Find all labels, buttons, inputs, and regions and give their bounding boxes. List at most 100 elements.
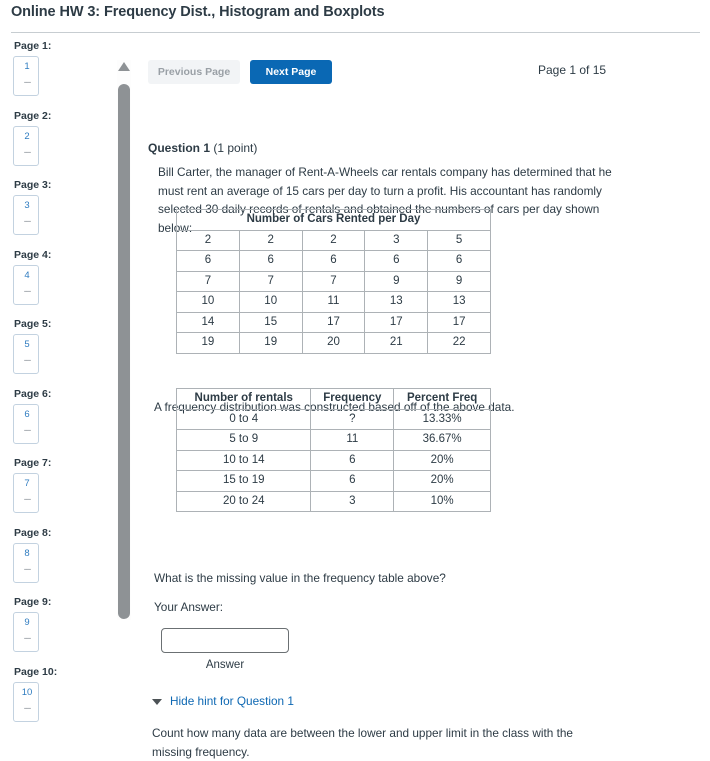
sidebar-page-button[interactable]: 6 --- — [13, 403, 39, 444]
data-table-cell: 19 — [176, 332, 240, 354]
sidebar-page-number: 3 — [24, 200, 30, 211]
sidebar-page-status: --- — [23, 633, 32, 644]
previous-page-button[interactable]: Previous Page — [148, 60, 240, 84]
sidebar-page-status: --- — [23, 146, 32, 158]
data-table-cell: 6 — [427, 250, 491, 272]
data-table-row: 14 15 17 17 17 — [176, 311, 491, 333]
sidebar-page-number: 8 — [24, 547, 30, 559]
answer-prompt: What is the missing value in the frequen… — [154, 571, 446, 585]
question-points: (1 point) — [210, 141, 258, 155]
page-navigation-sidebar: Page 1: 1 --- Page 2: 2 --- Page 3: 3 --- Page 4:… — [0, 40, 108, 735]
sidebar-page-number: 9 — [24, 617, 30, 628]
next-page-button[interactable]: Next Page — [250, 60, 332, 84]
frequency-table-cell: 36.67% — [393, 429, 491, 451]
sidebar-page-button[interactable]: 2 --- — [13, 125, 39, 166]
frequency-table-cell: 20 to 24 — [175, 490, 312, 512]
frequency-table-row: 5 to 9 11 36.67% — [175, 429, 491, 451]
data-table-row: 66666 — [176, 250, 491, 272]
data-table-cell: 7 — [238, 270, 303, 292]
data-table-cell: 17 — [364, 311, 429, 333]
answer-input[interactable] — [161, 628, 289, 653]
data-table-cell: 9 — [427, 270, 491, 292]
data-table-caption: Number of Cars Rented per Day — [176, 209, 491, 231]
header-divider — [11, 32, 700, 33]
frequency-table-row: 10 to 14 6 20% — [175, 449, 491, 471]
sidebar-page-number: 4 — [24, 269, 30, 281]
page-title: Online HW 3: Frequency Dist., Histogram … — [11, 4, 385, 20]
sidebar-page-status: --- — [23, 424, 32, 436]
sidebar-page-button[interactable]: 7 --- — [13, 473, 39, 513]
sidebar-page-button[interactable]: 8 --- — [13, 542, 39, 583]
sidebar-page-status: --- — [23, 355, 32, 366]
frequency-table-cell: 20% — [393, 449, 491, 471]
sidebar-page-number: 1 — [24, 61, 30, 72]
data-table-cell: 2 — [301, 229, 366, 251]
frequency-table-row: 20 to 24 3 10% — [175, 490, 491, 512]
sidebar-page-label: Page 6: — [14, 387, 52, 400]
frequency-table-header-cell: Frequency — [310, 388, 395, 410]
question-panel: Previous Page Next Page Page 1 of 15 Que… — [138, 40, 710, 759]
data-table-cell: 7 — [176, 270, 240, 292]
sidebar-page-status: --- — [23, 563, 32, 575]
scroll-up-arrow-icon[interactable] — [118, 62, 130, 71]
frequency-table-cell: 0 to 4 — [175, 408, 312, 430]
data-table-cell: 7 — [301, 270, 366, 292]
sidebar-page-label: Page 5: — [14, 318, 52, 330]
data-table-row: 77799 — [176, 270, 491, 292]
frequency-table-cell: 11 — [310, 429, 395, 451]
data-table-cell: 17 — [301, 311, 366, 333]
sidebar-page-status: --- — [23, 77, 32, 88]
sidebar-page-label: Page 3: — [14, 179, 52, 191]
sidebar-page-button[interactable]: 4 --- — [13, 264, 39, 305]
sidebar-page-label: Page 10: — [14, 665, 58, 678]
data-table-cell: 9 — [364, 270, 429, 292]
hint-toggle-label[interactable]: Hide hint for Question 1 — [170, 694, 294, 708]
data-table-cell: 2 — [238, 229, 303, 251]
sidebar-page-button[interactable]: 9 --- — [13, 612, 39, 652]
frequency-table-row: 15 to 19 6 20% — [175, 470, 491, 492]
frequency-table-header-cell: Percent Freq — [393, 388, 491, 410]
data-table-cell: 15 — [238, 311, 303, 333]
frequency-table-header-cell: Number of rentals — [175, 388, 312, 410]
data-table-cell: 6 — [301, 250, 366, 272]
sidebar-page-button[interactable]: 5 --- — [13, 334, 39, 374]
sidebar-page-button[interactable]: 3 --- — [13, 195, 39, 235]
data-table-cell: 20 — [301, 332, 366, 354]
sidebar-page-button[interactable]: 10 --- — [13, 681, 39, 722]
data-table-cell: 19 — [238, 332, 303, 354]
data-table-cell: 17 — [427, 311, 491, 333]
your-answer-label: Your Answer: — [154, 600, 224, 614]
cars-rented-data-table: Number of Cars Rented per Day 2223566666… — [176, 209, 491, 354]
question-number: Question 1 — [148, 141, 211, 155]
sidebar-page-label: Page 8: — [14, 526, 52, 539]
frequency-table-cell: 3 — [310, 490, 395, 512]
data-table-cell: 14 — [176, 311, 240, 333]
data-table-row: 22235 — [176, 229, 491, 251]
frequency-distribution-table: Number of rentals Frequency Percent Freq… — [175, 388, 491, 512]
sidebar-page-number: 5 — [24, 339, 30, 350]
data-table-body: 2 2 2 3 5 6 6 6 6 6 7 7 7 9 9 10 10 11 13 13 14 15 17 17 17 19 19 2… — [176, 229, 491, 354]
sidebar-page-label: Page 4: — [14, 248, 52, 261]
hint-text: Count how many data are between the lowe… — [152, 726, 573, 759]
data-table-cell: 13 — [364, 291, 429, 313]
data-table-cell: 11 — [301, 291, 366, 313]
sidebar-page-number: 2 — [24, 130, 30, 142]
data-table-cell: 10 — [176, 291, 240, 313]
frequency-table-row: 0 to 4? 13.33% — [175, 408, 491, 430]
answer-field-caption: Answer — [205, 659, 245, 671]
sidebar-page-status: --- — [23, 702, 32, 714]
frequency-table-cell: 13.33% — [393, 408, 491, 430]
data-table-cell: 3 — [364, 229, 429, 251]
sidebar-page-label: Page 9: — [14, 596, 52, 608]
data-table-cell: 22 — [427, 332, 491, 354]
sidebar-page-label: Page 7: — [14, 457, 52, 469]
pagination-toolbar: Previous Page Next Page Page 1 of 15 — [138, 60, 710, 86]
sidebar-page-number: 7 — [24, 478, 30, 489]
scrollbar-thumb[interactable] — [118, 84, 130, 619]
frequency-table-cell: 6 — [310, 470, 395, 492]
sidebar-page-button[interactable]: 1 --- — [13, 56, 39, 96]
page-counter: Page 1 of 15 — [538, 63, 607, 77]
frequency-table-cell: 15 to 19 — [175, 470, 312, 492]
sidebar-page-label: Page 1: — [14, 40, 52, 52]
frequency-table-body: 0 to 4? 13.33% 5 to 9 11 36.67% 10 to 14 6 20% 1… — [175, 408, 491, 512]
